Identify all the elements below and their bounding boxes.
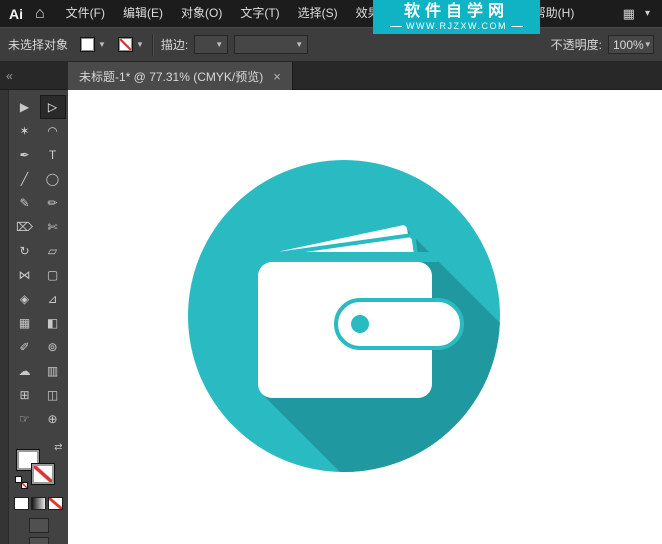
tool-paintbrush[interactable]: ✎ (12, 191, 38, 215)
tool-zoom[interactable]: ⊕ (40, 407, 66, 431)
caret-down-icon: ▼ (215, 41, 223, 49)
draw-mode-button[interactable] (29, 518, 49, 533)
opacity-value: 100% (613, 38, 644, 52)
wallet-artwork[interactable] (68, 90, 662, 544)
default-fill-stroke-icon[interactable] (15, 476, 28, 489)
menu-type[interactable]: 文字(T) (231, 0, 288, 27)
app-logo[interactable]: Ai (0, 6, 33, 22)
document-tab-bar: « 未标题-1* @ 77.31% (CMYK/预览) × (0, 62, 662, 90)
chevron-down-icon[interactable]: ▾ (645, 8, 650, 19)
tool-mesh[interactable]: ▦ (12, 311, 38, 335)
document-tab[interactable]: 未标题-1* @ 77.31% (CMYK/预览) × (68, 62, 293, 90)
watermark-url: WWW.RJZXW.COM (390, 21, 523, 32)
opacity-group: 不透明度: 100% ▼ (551, 35, 654, 54)
menubar-right: ▦ ▾ (623, 6, 662, 22)
tool-free-transform[interactable]: ▢ (40, 263, 66, 287)
tool-perspective-grid[interactable]: ⊿ (40, 287, 66, 311)
menu-edit[interactable]: 编辑(E) (114, 0, 172, 27)
tools-panel: ▶ ▷ ✶ ◠ ✒ T (9, 90, 68, 544)
divider (152, 34, 153, 56)
tool-lasso[interactable]: ◠ (40, 119, 66, 143)
document-tab-title: 未标题-1* @ 77.31% (CMYK/预览) (79, 68, 263, 85)
tool-eyedropper[interactable]: ✐ (12, 335, 38, 359)
tool-pencil[interactable]: ✏ (40, 191, 66, 215)
caret-down-icon[interactable]: ▼ (136, 41, 144, 49)
caret-down-icon: ▼ (295, 41, 303, 49)
tool-grid: ▶ ▷ ✶ ◠ ✒ T (12, 95, 66, 431)
screen-mode-button[interactable] (29, 537, 49, 544)
tool-column-graph[interactable]: ▥ (40, 359, 66, 383)
control-bar: 未选择对象 ▼ ▼ 描边: ▼ ▼ 不透明度: 100% ▼ (0, 27, 662, 62)
menu-select[interactable]: 选择(S) (289, 0, 347, 27)
tool-artboard[interactable]: ⊞ (12, 383, 38, 407)
tool-selection[interactable]: ▶ (12, 95, 38, 119)
fill-stroke-control: ⇄ (15, 443, 63, 489)
illustrator-window: Ai ⌂ 文件(F) 编辑(E) 对象(O) 文字(T) 选择(S) 效果(C)… (0, 0, 662, 544)
selection-status: 未选择对象 (8, 36, 68, 53)
toolbar-collapse-icon[interactable]: « (0, 62, 68, 89)
tool-scissors[interactable]: ✄ (40, 215, 66, 239)
swap-fill-stroke-icon[interactable]: ⇄ (54, 443, 62, 453)
tool-ellipse[interactable]: ◯ (40, 167, 66, 191)
opacity-value-select[interactable]: 100% ▼ (608, 35, 654, 54)
default-stroke-icon (21, 482, 28, 489)
tab-close-icon[interactable]: × (273, 70, 281, 83)
tool-width[interactable]: ⋈ (12, 263, 38, 287)
tool-hand[interactable]: ☞ (12, 407, 38, 431)
stroke-profile-select[interactable]: ▼ (234, 35, 308, 54)
fill-swatch-icon[interactable] (80, 37, 95, 52)
stroke-none-swatch-icon[interactable] (118, 37, 133, 52)
menu-object[interactable]: 对象(O) (172, 0, 231, 27)
tool-symbol-sprayer[interactable]: ☁ (12, 359, 38, 383)
tool-rotate[interactable]: ↻ (12, 239, 38, 263)
tool-blend[interactable]: ⊚ (40, 335, 66, 359)
tool-direct-selection[interactable]: ▷ (40, 95, 66, 119)
tool-magic-wand[interactable]: ✶ (12, 119, 38, 143)
watermark-title: 软件自学网 (404, 3, 509, 21)
gradient-mode-button[interactable] (31, 497, 46, 510)
paint-mode-buttons (14, 497, 63, 510)
menu-bar: Ai ⌂ 文件(F) 编辑(E) 对象(O) 文字(T) 选择(S) 效果(C)… (0, 0, 662, 27)
wallet-button[interactable] (351, 315, 369, 333)
caret-down-icon: ▼ (644, 41, 652, 49)
tool-scale[interactable]: ▱ (40, 239, 66, 263)
fill-color-picker[interactable]: ▼ (80, 37, 106, 52)
stroke-color-picker[interactable]: ▼ (118, 37, 144, 52)
none-mode-button[interactable] (48, 497, 63, 510)
tool-shape-builder[interactable]: ◈ (12, 287, 38, 311)
panel-dock-strip (0, 90, 9, 544)
stroke-label: 描边: (161, 36, 188, 53)
color-mode-button[interactable] (14, 497, 29, 510)
tool-slice[interactable]: ◫ (40, 383, 66, 407)
wallet-gap-band (252, 252, 438, 262)
home-icon[interactable]: ⌂ (33, 0, 57, 27)
tool-pen[interactable]: ✒ (12, 143, 38, 167)
tool-line-segment[interactable]: ╱ (12, 167, 38, 191)
watermark: 软件自学网 WWW.RJZXW.COM (373, 0, 540, 34)
menu-file[interactable]: 文件(F) (57, 0, 114, 27)
opacity-label: 不透明度: (551, 36, 602, 53)
tool-gradient[interactable]: ◧ (40, 311, 66, 335)
workspace-switcher-icon[interactable]: ▦ (623, 6, 635, 22)
tool-eraser[interactable]: ⌦ (12, 215, 38, 239)
tool-type[interactable]: T (40, 143, 66, 167)
stroke-swatch[interactable] (32, 464, 54, 484)
caret-down-icon[interactable]: ▼ (98, 41, 106, 49)
stroke-weight-select[interactable]: ▼ (194, 35, 228, 54)
toolbar-bottom-buttons (29, 518, 49, 544)
artboard-canvas[interactable] (68, 90, 662, 544)
